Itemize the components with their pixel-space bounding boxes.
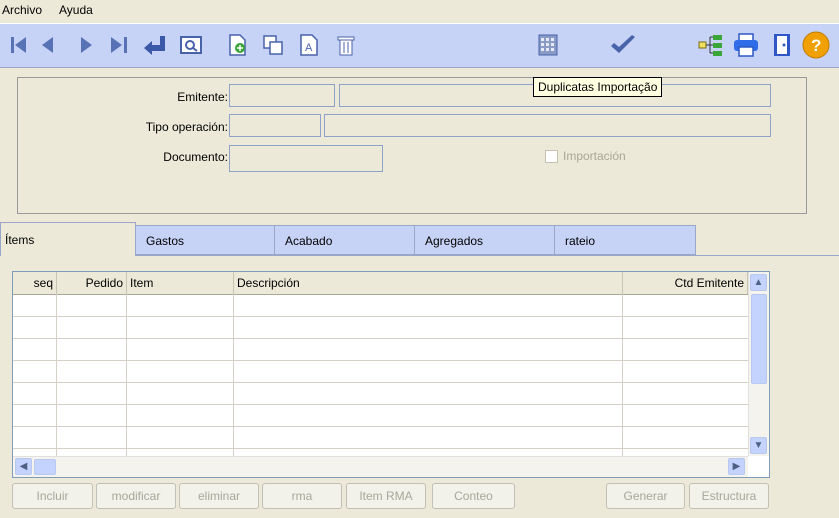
grid-row-divider: [13, 426, 748, 427]
copy-icon[interactable]: [258, 30, 288, 60]
importacion-label: Importación: [563, 149, 626, 163]
grid-header: seq Pedido Item Descripción Ctd Emitente: [13, 272, 748, 295]
tab-acabado[interactable]: Acabado: [274, 225, 415, 255]
grid-row-divider: [13, 448, 748, 449]
modificar-button[interactable]: modificar: [96, 483, 176, 509]
previous-record-icon[interactable]: [33, 30, 63, 60]
tab-agregados[interactable]: Agregados: [414, 225, 555, 255]
menu-archivo[interactable]: Archivo: [2, 3, 42, 17]
tipo-operacion-label: Tipo operación:: [145, 120, 228, 134]
column-header-descripcion[interactable]: Descripción: [234, 272, 623, 294]
items-grid[interactable]: seq Pedido Item Descripción Ctd Emitente…: [12, 271, 770, 478]
column-header-pedido[interactable]: Pedido: [57, 272, 127, 294]
first-record-icon[interactable]: [4, 30, 34, 60]
svg-text:?: ?: [811, 36, 821, 55]
new-document-icon[interactable]: [222, 30, 252, 60]
tab-rateio[interactable]: rateio: [554, 225, 696, 255]
next-record-icon[interactable]: [71, 30, 101, 60]
calendar-grid-icon[interactable]: [533, 30, 563, 60]
scroll-down-icon[interactable]: ▼: [750, 437, 767, 454]
trash-icon[interactable]: [331, 30, 361, 60]
help-icon[interactable]: ?: [801, 30, 831, 60]
column-header-ctd-emitente[interactable]: Ctd Emitente: [623, 272, 748, 294]
emitente-label: Emitente:: [177, 90, 228, 104]
scroll-right-icon[interactable]: ▶: [728, 458, 745, 475]
grid-column-divider: [126, 294, 127, 456]
grid-row-divider: [13, 404, 748, 405]
generar-button[interactable]: Generar: [606, 483, 685, 509]
item-rma-button[interactable]: Item RMA: [346, 483, 426, 509]
tipo-operacion-code-field[interactable]: [229, 114, 321, 137]
return-icon[interactable]: [140, 30, 170, 60]
printer-icon[interactable]: [731, 30, 761, 60]
last-record-icon[interactable]: [104, 30, 134, 60]
importacion-checkbox[interactable]: [545, 150, 558, 163]
grid-row-divider: [13, 360, 748, 361]
estructura-button[interactable]: Estructura: [689, 483, 769, 509]
incluir-button[interactable]: Incluir: [12, 483, 93, 509]
text-edit-icon[interactable]: A: [294, 30, 324, 60]
tree-structure-icon[interactable]: [696, 30, 726, 60]
emitente-code-field[interactable]: [229, 84, 335, 107]
header-group: Emitente: Tipo operación: Documento: Imp…: [17, 77, 807, 214]
grid-row-divider: [13, 382, 748, 383]
confirm-check-icon[interactable]: [608, 30, 638, 60]
menu-bar: Archivo Ayuda: [0, 0, 839, 22]
rma-button[interactable]: rma: [262, 483, 342, 509]
conteo-button[interactable]: Conteo: [432, 483, 515, 509]
menu-ayuda[interactable]: Ayuda: [59, 3, 93, 17]
svg-text:A: A: [305, 42, 313, 54]
grid-row-divider: [13, 338, 748, 339]
toolbar: A ?: [0, 23, 839, 68]
grid-row-divider: [13, 316, 748, 317]
documento-label: Documento:: [163, 150, 228, 164]
grid-column-divider: [233, 294, 234, 456]
preview-icon[interactable]: [176, 30, 206, 60]
column-header-seq[interactable]: seq: [13, 272, 57, 294]
scroll-up-icon[interactable]: ▲: [750, 274, 767, 291]
column-header-item[interactable]: Item: [127, 272, 234, 294]
tipo-operacion-desc-field[interactable]: [324, 114, 771, 137]
tooltip: Duplicatas Importação: [533, 77, 663, 97]
grid-column-divider: [622, 294, 623, 456]
horizontal-scroll-thumb[interactable]: [34, 459, 56, 475]
tab-items[interactable]: Ítems: [0, 222, 136, 256]
tab-gastos[interactable]: Gastos: [135, 225, 275, 255]
scroll-left-icon[interactable]: ◀: [15, 458, 32, 475]
eliminar-button[interactable]: eliminar: [179, 483, 259, 509]
vertical-scroll-thumb[interactable]: [751, 294, 767, 384]
documento-field[interactable]: [229, 145, 383, 172]
vertical-scrollbar[interactable]: ▲ ▼: [748, 272, 769, 456]
horizontal-scrollbar[interactable]: ◀ ▶: [13, 456, 748, 477]
grid-column-divider: [56, 294, 57, 456]
exit-door-icon[interactable]: [767, 30, 797, 60]
